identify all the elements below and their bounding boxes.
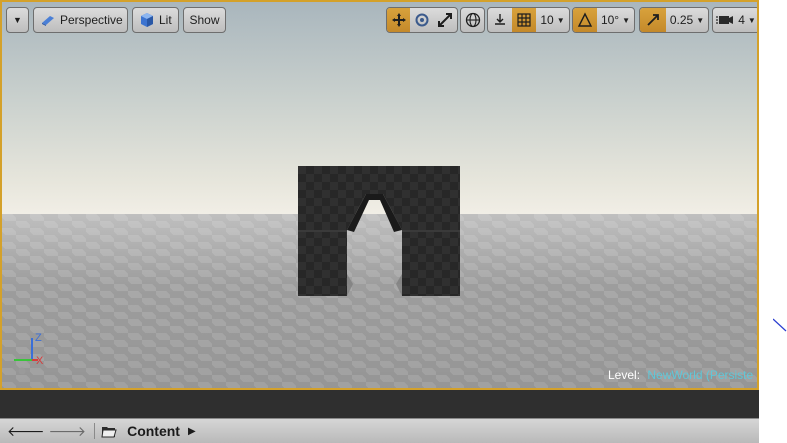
scale-snap-caret-icon: ▼: [696, 15, 705, 25]
rotation-snap-toggle[interactable]: [573, 8, 597, 32]
grid-snap-group: 10 ▼: [487, 7, 570, 33]
scale-snap-icon: [647, 14, 659, 26]
lit-label: Lit: [159, 13, 172, 27]
chevron-right-icon[interactable]: ▶: [188, 426, 196, 437]
perspective-button[interactable]: Perspective: [33, 7, 128, 33]
grid-snap-caret-icon: ▼: [556, 15, 565, 25]
rotation-snap-group: 10° ▼: [572, 7, 635, 33]
perspective-label: Perspective: [60, 13, 123, 27]
axis-z-label: Z: [35, 332, 42, 344]
translate-icon: [391, 13, 406, 27]
grid-snap-value[interactable]: 10 ▼: [536, 8, 569, 32]
show-label: Show: [189, 13, 220, 27]
camera-speed-button[interactable]: 4 ▼: [712, 7, 757, 33]
scale-button[interactable]: [434, 8, 457, 32]
forward-arrow-icon[interactable]: 🡒: [49, 423, 87, 440]
camera-speed-text: 4: [738, 13, 745, 27]
scale-snap-value[interactable]: 0.25 ▼: [666, 8, 708, 32]
translate-button[interactable]: [387, 8, 411, 32]
rotation-snap-value[interactable]: 10° ▼: [597, 8, 634, 32]
grid-snap-toggle[interactable]: [512, 8, 536, 32]
level-label: Level:: [608, 368, 641, 382]
arch-mesh[interactable]: [298, 166, 462, 298]
scale-snap-group: 0.25 ▼: [639, 7, 709, 33]
blue-line-mark: [773, 318, 787, 332]
level-info: Level: NewWorld (Persiste: [608, 368, 753, 382]
back-arrow-icon[interactable]: 🡐: [7, 423, 45, 440]
lit-button[interactable]: Lit: [132, 7, 179, 33]
camera-speed-caret-icon: ▼: [747, 15, 756, 25]
surface-snap-icon: [495, 14, 505, 25]
rotate-button[interactable]: [410, 8, 433, 32]
axis-gizmo: [14, 338, 38, 375]
axis-x-label: X: [36, 355, 44, 367]
grid-snap-text: 10: [540, 13, 554, 27]
menu-caret-icon: ▼: [13, 15, 22, 25]
lit-icon: [141, 13, 153, 27]
transform-tools: [386, 7, 458, 33]
status-bar: [0, 390, 759, 418]
angle-icon: [577, 12, 593, 27]
scale-snap-toggle[interactable]: [640, 8, 666, 32]
perspective-icon: [42, 16, 54, 26]
rotate-icon: [415, 13, 429, 27]
folder-icon: [101, 426, 117, 437]
path-content[interactable]: Content: [127, 423, 180, 439]
surface-snap-button[interactable]: [488, 8, 512, 32]
level-viewport[interactable]: ▼ Perspective Lit Show 10 ▼ 10° ▼ 0.25 ▼…: [0, 0, 759, 390]
path-separator: [94, 423, 96, 439]
rotation-snap-caret-icon: ▼: [622, 15, 631, 25]
camera-icon: [716, 16, 734, 24]
world-icon: [465, 12, 480, 28]
scale-snap-text: 0.25: [669, 13, 694, 27]
world-local-button[interactable]: [460, 7, 485, 33]
rotation-snap-text: 10°: [600, 13, 620, 27]
scale-icon: [438, 13, 453, 27]
viewport-options-button[interactable]: ▼: [6, 7, 29, 33]
grid-icon: [517, 13, 531, 27]
level-name: NewWorld (Persiste: [647, 368, 754, 382]
right-panel-edge: [759, 0, 787, 443]
content-browser-path-bar: 🡐 🡒 Content ▶: [0, 418, 759, 443]
show-button[interactable]: Show: [183, 7, 226, 33]
